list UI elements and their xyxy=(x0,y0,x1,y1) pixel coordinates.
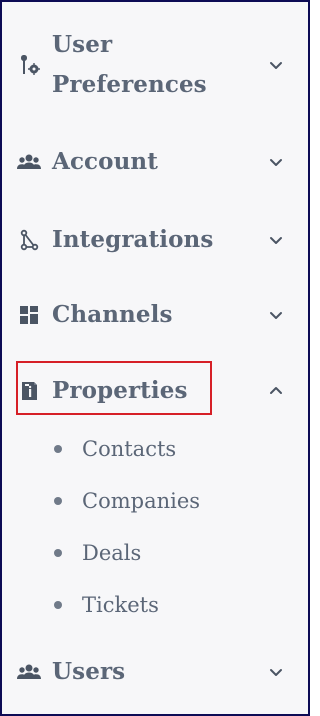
submenu-item-deals[interactable]: Deals xyxy=(82,538,141,568)
menu-item-user-preferences-line1: User xyxy=(52,31,113,58)
menu-item-account[interactable]: Account xyxy=(16,142,296,182)
menu-item-account-label: Account xyxy=(52,148,158,175)
chevron-down-icon[interactable] xyxy=(264,228,288,252)
bullet-icon xyxy=(54,601,62,609)
flow-icon xyxy=(16,227,42,253)
menu-item-integrations-label: Integrations xyxy=(52,226,214,253)
submenu-item-contacts[interactable]: Contacts xyxy=(82,434,176,464)
menu-item-user-preferences-line2: Preferences xyxy=(52,71,207,98)
tools-icon xyxy=(16,52,42,78)
chevron-down-icon[interactable] xyxy=(264,53,288,77)
menu-item-channels[interactable]: Channels xyxy=(16,295,296,335)
list-item[interactable]: Contacts xyxy=(54,423,284,475)
settings-sidebar: User Preferences Account Integrations Ch… xyxy=(0,0,310,716)
submenu-item-companies[interactable]: Companies xyxy=(82,486,200,516)
bullet-icon xyxy=(54,445,62,453)
menu-item-users[interactable]: Users xyxy=(16,652,296,692)
submenu-item-tickets[interactable]: Tickets xyxy=(82,590,159,620)
menu-item-properties[interactable]: Properties xyxy=(16,371,296,411)
menu-item-user-preferences[interactable]: User Preferences xyxy=(16,24,296,106)
properties-icon xyxy=(16,378,42,404)
chevron-down-icon[interactable] xyxy=(264,150,288,174)
properties-submenu: Contacts Companies Deals Tickets xyxy=(54,423,284,631)
users-icon xyxy=(16,659,42,685)
chevron-down-icon[interactable] xyxy=(264,660,288,684)
chevron-down-icon[interactable] xyxy=(264,303,288,327)
grid-icon xyxy=(16,302,42,328)
list-item[interactable]: Deals xyxy=(54,527,284,579)
users-icon xyxy=(16,149,42,175)
list-item[interactable]: Tickets xyxy=(54,579,284,631)
bullet-icon xyxy=(54,549,62,557)
bullet-icon xyxy=(54,497,62,505)
menu-item-properties-label: Properties xyxy=(52,377,188,404)
list-item[interactable]: Companies xyxy=(54,475,284,527)
menu-item-users-label: Users xyxy=(52,658,126,685)
menu-item-integrations[interactable]: Integrations xyxy=(16,220,296,260)
chevron-up-icon[interactable] xyxy=(264,379,288,403)
menu-item-channels-label: Channels xyxy=(52,301,173,328)
